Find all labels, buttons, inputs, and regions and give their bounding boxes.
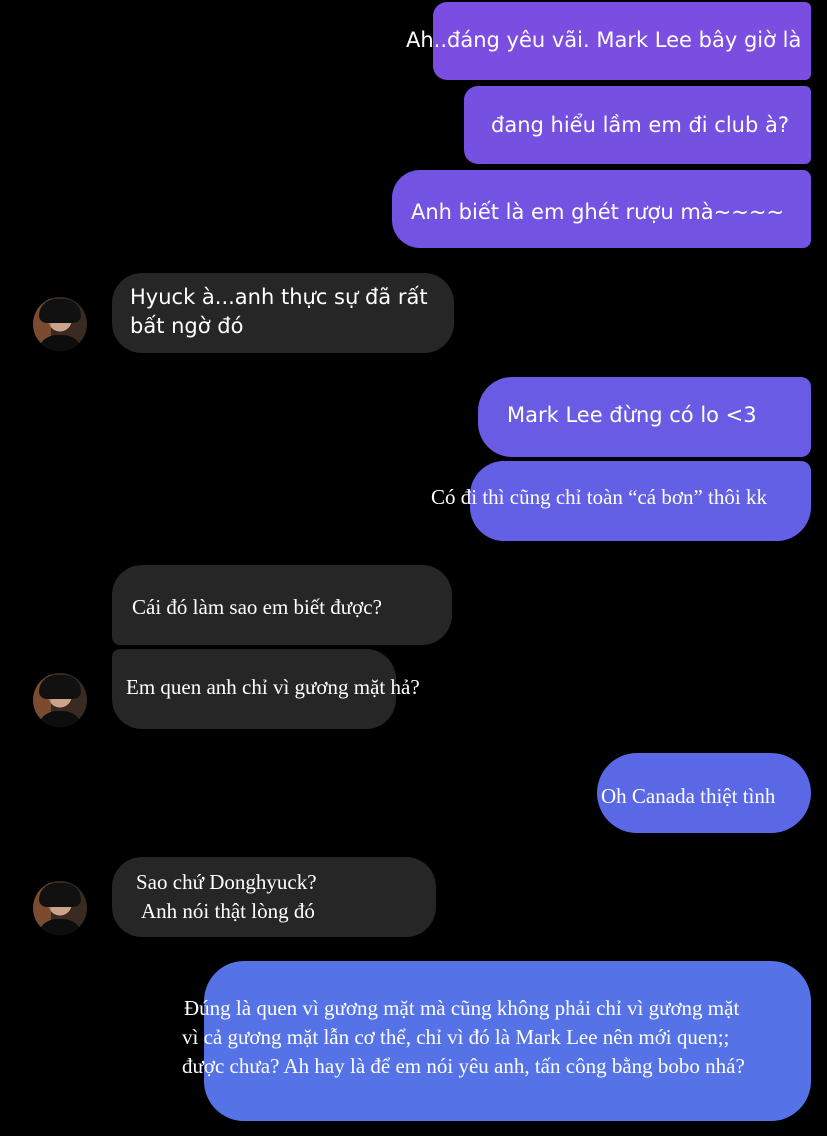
message-text: được chưa? Ah hay là để em nói yêu anh, … [182,1054,745,1078]
message-text: Oh Canada thiệt tình [601,784,776,808]
contact-avatar[interactable] [33,297,87,351]
message-text: Có đi thì cũng chỉ toàn “cá bơn” thôi kk [431,485,767,509]
message-text: Em quen anh chỉ vì gương mặt hả? [126,675,420,699]
message-text: Hyuck à...anh thực sự đã rất [130,285,428,309]
message-text: Cái đó làm sao em biết được? [132,595,382,619]
message-text: Sao chứ Donghyuck? [136,870,317,894]
message-text: Mark Lee đừng có lo <3 [507,403,757,427]
contact-avatar[interactable] [33,881,87,935]
message-text: đang hiểu lầm em đi club à? [491,113,789,137]
message-text: bất ngờ đó [130,314,244,338]
message-text: Anh biết là em ghét rượu mà~~~~ [411,200,785,224]
received-bubble[interactable] [112,857,436,937]
contact-avatar[interactable] [33,673,87,727]
message-text: Anh nói thật lòng đó [141,899,315,923]
message-text: Đúng là quen vì gương mặt mà cũng không … [184,996,740,1020]
message-text: Ah..đáng yêu vãi. Mark Lee bây giờ là [406,28,802,52]
message-text: vì cả gương mặt lẫn cơ thể, chỉ vì đó là… [182,1025,730,1049]
